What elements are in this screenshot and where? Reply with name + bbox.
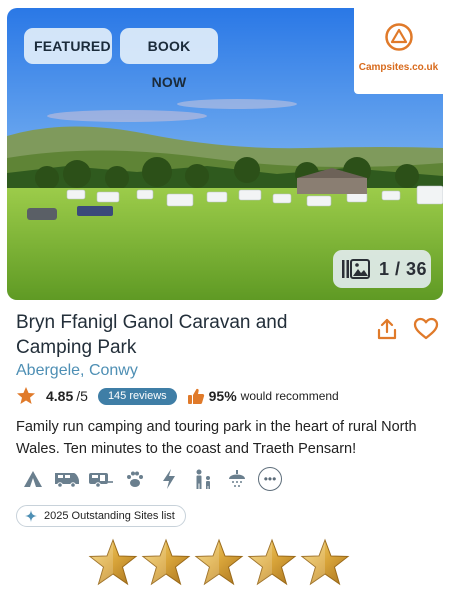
gold-star-icon [194, 538, 244, 586]
electric-icon [156, 466, 182, 492]
toilet-block-icon [224, 466, 250, 492]
award-badge[interactable]: 2025 Outstanding Sites list [16, 505, 186, 527]
caravan-icon [88, 466, 114, 492]
rating-star-icon [17, 387, 35, 404]
campsites-brand-logo[interactable]: Campsites.co.uk [354, 8, 443, 94]
recommend-percent: 95% [208, 388, 237, 404]
gold-star-icon [141, 538, 191, 586]
rating-max: /5 [76, 388, 88, 404]
gold-star-icon [300, 538, 350, 586]
rating-value: 4.85 [46, 388, 74, 404]
gallery-icon [342, 259, 370, 279]
photo-counter: 1 / 36 [379, 258, 428, 279]
favorite-heart-icon[interactable] [413, 317, 439, 341]
reviews-link[interactable]: 145 reviews [97, 387, 177, 405]
brand-name: Campsites.co.uk [358, 62, 439, 73]
book-now-button[interactable]: BOOK NOW [120, 28, 218, 90]
thumbs-up-icon [187, 388, 204, 404]
gold-star-icon [88, 538, 138, 586]
award-text: 2025 Outstanding Sites list [44, 510, 175, 522]
featured-badge: FEATURED [24, 28, 112, 64]
family-icon [190, 466, 216, 492]
tent-icon [20, 466, 46, 492]
campsites-logo-icon [384, 23, 413, 51]
gold-star-icon [247, 538, 297, 586]
more-amenities-button[interactable]: ••• [258, 467, 282, 491]
rating-row: 4.85 /5 145 reviews 95% would recommend [16, 386, 339, 406]
listing-description: Family run camping and touring park in t… [16, 419, 417, 457]
share-icon[interactable] [376, 318, 398, 340]
listing-title[interactable]: Bryn Ffanigl Ganol Caravan and Camping P… [16, 310, 366, 360]
pet-icon [122, 466, 148, 492]
location-link[interactable]: Abergele, Conwy [16, 362, 138, 380]
star-rating [88, 538, 350, 588]
recommend-text: would recommend [240, 389, 339, 403]
sparkle-icon [25, 510, 37, 522]
photo-gallery-button[interactable]: 1 / 36 [333, 250, 431, 288]
amenities-row: ••• [20, 466, 282, 492]
motorhome-icon [54, 466, 80, 492]
